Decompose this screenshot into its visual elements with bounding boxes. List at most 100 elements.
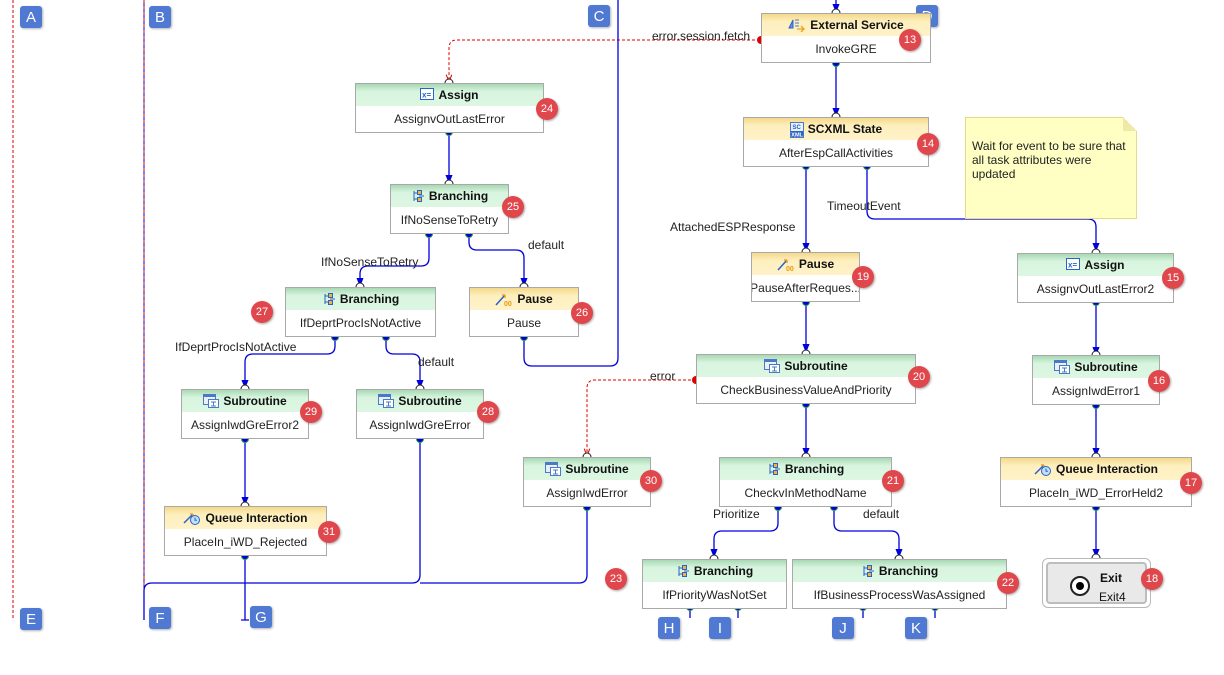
node-placein-iwd-errorheld2[interactable]: Queue Interaction PlaceIn_iWD_ErrorHeld2 — [1000, 457, 1192, 507]
assign-icon: x= — [1066, 258, 1081, 272]
node-type-label: Branching — [878, 564, 939, 578]
node-assigniwdgreerror2[interactable]: Subroutine AssignIwdGreError2 — [181, 389, 309, 439]
node-header: x= Assign — [1018, 254, 1173, 276]
page-marker-b: B — [149, 6, 171, 28]
node-type-label: Queue Interaction — [1055, 462, 1159, 476]
node-assigniwdgreerror[interactable]: Subroutine AssignIwdGreError — [356, 389, 484, 439]
exit-icon — [1070, 576, 1090, 596]
page-marker-g: G — [250, 606, 272, 628]
svg-text:00: 00 — [504, 301, 512, 306]
node-afterespcallactivities[interactable]: SC XML SCXML State AfterEspCallActivities — [743, 117, 929, 167]
node-checkbusinessvalueandpriority[interactable]: Subroutine CheckBusinessValueAndPriority — [696, 354, 916, 404]
step-number-badge: 15 — [1162, 267, 1184, 289]
node-name-label: IfBusinessProcessWasAssigned — [813, 588, 986, 602]
node-header: SC XML SCXML State — [744, 118, 928, 140]
node-header: Branching — [720, 458, 891, 480]
node-type-label: Assign — [1084, 258, 1125, 272]
page-marker-i: I — [709, 617, 731, 639]
node-assigniwderror1[interactable]: Subroutine AssignIwdError1 — [1032, 355, 1160, 405]
edge-label-default-25: default — [528, 238, 565, 252]
subroutine-icon — [1054, 360, 1071, 374]
node-type-label: Pause — [517, 292, 553, 306]
step-number-badge: 25 — [502, 196, 524, 218]
step-number-badge: 22 — [997, 572, 1019, 594]
wire-25-26[interactable] — [468, 234, 528, 287]
node-assigniwderror[interactable]: Subroutine AssignIwdError — [523, 457, 651, 507]
node-name-label: Exit4 — [1099, 590, 1126, 604]
node-assignvoutlasterror[interactable]: x= Assign AssignvOutLastError — [355, 83, 544, 133]
step-number-badge: 24 — [536, 98, 558, 120]
node-header: Branching — [793, 560, 1006, 582]
wire-27-28[interactable] — [385, 336, 424, 389]
node-type-label: Branching — [339, 292, 400, 306]
edge-label-error-session-fetch: error.session.fetch — [652, 29, 751, 43]
node-type-label: Subroutine — [565, 462, 629, 476]
queue-interaction-icon — [1034, 462, 1052, 476]
svg-text:x=: x= — [422, 91, 431, 100]
subroutine-icon — [378, 394, 395, 408]
branching-icon — [676, 564, 690, 578]
node-name-label: AssignIwdGreError — [369, 418, 471, 432]
node-type-label: Exit — [1100, 571, 1123, 585]
node-name-label: IfDeprtProcIsNotActive — [299, 316, 422, 330]
node-pause[interactable]: 00 Pause Pause — [469, 287, 579, 337]
comment-note[interactable]: Wait for event to be sure that all task … — [965, 117, 1137, 219]
assign-icon: x= — [420, 88, 435, 102]
wire-30-f[interactable] — [420, 507, 588, 584]
step-number-badge: 28 — [477, 401, 499, 423]
step-number-badge: 21 — [882, 470, 904, 492]
edge-label-prioritize: Prioritize — [713, 507, 760, 521]
step-number-badge: 31 — [318, 521, 340, 543]
node-name-label: IfPriorityWasNotSet — [662, 588, 767, 602]
node-ifbusinessprocesswasassigned[interactable]: Branching IfBusinessProcessWasAssigned — [792, 559, 1007, 609]
node-type-label: External Service — [810, 18, 904, 32]
node-type-label: Assign — [438, 88, 479, 102]
svg-text:x=: x= — [1068, 261, 1077, 270]
node-header: x= Assign — [356, 84, 543, 106]
page-marker-f: F — [149, 607, 171, 629]
node-header: 00 Pause — [752, 253, 859, 275]
wire-error-20-30[interactable] — [587, 379, 696, 455]
exit-node-exit4[interactable]: Exit Exit4 — [1042, 558, 1151, 608]
node-pauseafterreques[interactable]: 00 Pause PauseAfterReques... — [751, 252, 860, 302]
node-ifprioritywasnotset[interactable]: Branching IfPriorityWasNotSet — [642, 559, 787, 609]
page-marker-k: K — [905, 617, 927, 639]
edge-label-default-21: default — [863, 507, 900, 521]
page-marker-c: C — [588, 5, 610, 27]
node-assignvoutlasterror2[interactable]: x= Assign AssignvOutLastError2 — [1017, 253, 1174, 303]
edge-label-timeout-event: TimeoutEvent — [827, 199, 901, 213]
node-header: 00 Pause — [470, 288, 578, 310]
node-type-label: Subroutine — [784, 359, 848, 373]
queue-interaction-icon — [183, 511, 201, 525]
wire-31-g[interactable] — [241, 555, 249, 621]
branching-icon — [411, 189, 425, 203]
edge-label-if-no-sense-to-retry: IfNoSenseToRetry — [321, 255, 419, 269]
node-name-label: IfNoSenseToRetry — [400, 213, 499, 227]
node-name-label: CheckBusinessValueAndPriority — [720, 383, 892, 397]
subroutine-icon — [545, 462, 562, 476]
node-header: Subroutine — [1033, 356, 1159, 378]
node-header: Branching — [391, 185, 508, 207]
edge-label-error-20: error — [650, 369, 676, 383]
node-type-label: SCXML State — [807, 122, 883, 136]
node-type-label: Subroutine — [223, 394, 287, 408]
edge-label-default-27: default — [418, 355, 455, 369]
scxml-icon: SC XML — [789, 122, 804, 138]
branching-icon — [861, 564, 875, 578]
node-placein-iwd-rejected[interactable]: Queue Interaction PlaceIn_iWD_Rejected — [164, 506, 327, 556]
node-checkvinmethodname[interactable]: Branching CheckvInMethodName — [719, 457, 892, 507]
node-header: Queue Interaction — [1001, 458, 1191, 480]
subroutine-icon — [764, 359, 781, 373]
node-name-label: Pause — [506, 316, 542, 330]
node-name-label: PauseAfterReques... — [752, 281, 859, 295]
step-number-badge: 30 — [640, 470, 662, 492]
node-name-label: CheckvInMethodName — [744, 486, 867, 500]
node-ifnosensetoretry[interactable]: Branching IfNoSenseToRetry — [390, 184, 509, 234]
wire-error-13-24[interactable] — [449, 39, 760, 81]
node-type-label: Branching — [784, 462, 845, 476]
external-service-icon — [788, 18, 806, 33]
exit-node-body: Exit Exit4 — [1046, 562, 1147, 604]
edge-label-if-deprt-proc: IfDeprtProcIsNotActive — [175, 340, 297, 354]
node-ifdeprtprocisnotactive[interactable]: Branching IfDeprtProcIsNotActive — [285, 287, 436, 337]
node-type-label: Branching — [693, 564, 754, 578]
